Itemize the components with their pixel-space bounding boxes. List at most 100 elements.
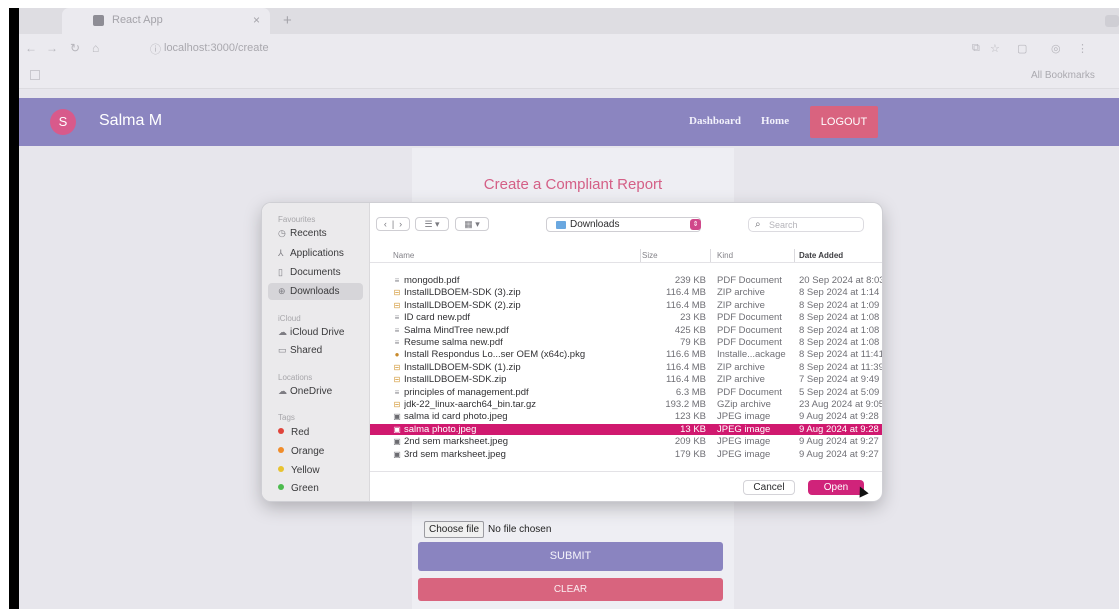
sidebar-item-downloads[interactable]: ⊕ Downloads: [268, 283, 363, 300]
file-name: 2nd sem marksheet.jpeg: [404, 436, 509, 448]
new-tab-icon[interactable]: +: [283, 12, 292, 29]
file-name: InstallLDBOEM-SDK (3).zip: [404, 287, 521, 299]
file-row[interactable]: ≡ principles of management.pdf 6.3 MB PDF D…: [370, 387, 882, 398]
browser-toolbar: ← → ↻ ⌂ ⓘ localhost:3000/create ⧉ ☆ ▢ ◎ …: [19, 34, 1119, 64]
column-size[interactable]: Size: [642, 251, 658, 260]
file-size: 116.6 MB: [666, 349, 706, 361]
back-icon[interactable]: ←: [25, 41, 37, 55]
file-input[interactable]: Choose file No file chosen: [424, 521, 551, 538]
sidebar-tag-yellow[interactable]: Yellow: [268, 462, 363, 479]
file-row[interactable]: ⊟ jdk-22_linux-aarch64_bin.tar.gz 193.2 MB…: [370, 399, 882, 410]
finder-sidebar: Favourites ◷ Recents ⅄ Applications ▯ Docum…: [262, 203, 370, 501]
apps-grid-icon[interactable]: [30, 70, 40, 80]
column-divider: [640, 249, 641, 262]
finder-toolbar: ‹ | › ☰ ▾ ▦ ▾ Downloads ⇕ ⌕ Search: [370, 203, 882, 239]
file-date-added: 20 Sep 2024 at 8:03: [799, 275, 882, 286]
sidebar-item-onedrive[interactable]: ☁ OneDrive: [268, 383, 363, 400]
extensions-icon[interactable]: ▢: [1017, 42, 1027, 55]
file-row[interactable]: ▣ 3rd sem marksheet.jpeg 179 KB JPEG image 9…: [370, 449, 882, 460]
file-kind: Installe...ackage: [717, 349, 786, 361]
column-kind[interactable]: Kind: [717, 251, 733, 260]
choose-file-button[interactable]: Choose file: [424, 521, 485, 538]
nav-home-link[interactable]: Home: [761, 115, 789, 127]
file-size: 209 KB: [674, 436, 706, 448]
file-date-added: 7 Sep 2024 at 9:49 I: [799, 374, 882, 386]
chevron-updown-icon: ⇕: [690, 219, 701, 230]
sidebar-item-documents[interactable]: ▯ Documents: [268, 264, 363, 281]
sidebar-item-label: Downloads: [290, 286, 340, 297]
profile-icon[interactable]: ◎: [1051, 42, 1061, 55]
column-date-added[interactable]: Date Added: [799, 251, 843, 260]
file-name: Salma MindTree new.pdf: [404, 324, 509, 336]
sidebar-tag-red[interactable]: Red: [268, 424, 363, 441]
address-bar[interactable]: ⓘ localhost:3000/create: [129, 39, 959, 59]
all-bookmarks-button[interactable]: All Bookmarks: [1031, 70, 1095, 81]
file-list-header: Name Size Kind Date Added: [370, 249, 882, 263]
clear-button[interactable]: CLEAR: [418, 578, 723, 601]
zip-file-icon: ⊟: [393, 375, 401, 385]
dialog-footer: Cancel Open: [370, 471, 882, 501]
sidebar-tag-orange[interactable]: Orange: [268, 443, 363, 460]
submit-button[interactable]: SUBMIT: [418, 542, 723, 571]
sidebar-item-icloud-drive[interactable]: ☁ iCloud Drive: [268, 324, 363, 341]
file-row[interactable]: ⊟ InstallLDBOEM-SDK (2).zip 116.4 MB ZIP ar…: [370, 300, 882, 311]
file-size: 6.3 MB: [675, 386, 706, 398]
file-date-added: 9 Aug 2024 at 9:27 I: [799, 448, 882, 460]
file-chooser-dialog: Favourites ◷ Recents ⅄ Applications ▯ Docum…: [262, 203, 882, 501]
close-tab-icon[interactable]: ×: [253, 13, 260, 27]
location-label: Downloads: [570, 219, 620, 230]
file-row[interactable]: ▣ 2nd sem marksheet.jpeg 209 KB JPEG image 9…: [370, 436, 882, 447]
list-view-icon[interactable]: ☰ ▾: [415, 217, 449, 231]
file-row[interactable]: ▣ salma photo.jpeg 13 KB JPEG image 9 Aug 20…: [370, 423, 882, 435]
file-size: 116.4 MB: [666, 287, 706, 299]
file-row[interactable]: ≡ ID card new.pdf 23 KB PDF Document 8 Sep 2…: [370, 312, 882, 323]
file-kind: JPEG image: [717, 411, 771, 423]
file-kind: ZIP archive: [717, 299, 765, 311]
file-size: 116.4 MB: [666, 299, 706, 311]
site-info-icon[interactable]: ⓘ: [150, 41, 161, 57]
file-date-added: 8 Sep 2024 at 11:41: [799, 349, 882, 361]
file-size: 116.4 MB: [666, 361, 706, 373]
file-row[interactable]: ≡ mongodb.pdf 239 KB PDF Document 20 Sep 202…: [370, 275, 882, 286]
bookmarks-bar: All Bookmarks: [19, 64, 1119, 89]
sidebar-item-applications[interactable]: ⅄ Applications: [268, 245, 363, 262]
file-row[interactable]: ▣ salma id card photo.jpeg 123 KB JPEG imag…: [370, 411, 882, 422]
home-icon[interactable]: ⌂: [92, 41, 99, 55]
search-field[interactable]: ⌕ Search: [748, 217, 864, 232]
file-date-added: 8 Sep 2024 at 1:08 P: [799, 337, 882, 348]
forward-icon[interactable]: →: [46, 41, 58, 55]
file-size: 116.4 MB: [666, 374, 706, 386]
file-row[interactable]: ⊟ InstallLDBOEM-SDK (1).zip 116.4 MB ZIP ar…: [370, 362, 882, 373]
sidebar-item-shared[interactable]: ▭ Shared: [268, 342, 363, 359]
share-icon[interactable]: ⧉: [972, 42, 980, 55]
reload-icon[interactable]: ↻: [70, 41, 80, 55]
file-row[interactable]: ⊟ InstallLDBOEM-SDK.zip 116.4 MB ZIP archiv…: [370, 374, 882, 385]
back-forward-buttons[interactable]: ‹ | ›: [376, 217, 410, 231]
file-kind: PDF Document: [717, 275, 782, 286]
bookmark-star-icon[interactable]: ☆: [990, 42, 1000, 55]
browser-tab[interactable]: React App ×: [62, 8, 270, 34]
column-divider: [710, 249, 711, 262]
grid-view-icon[interactable]: ▦ ▾: [455, 217, 489, 231]
sidebar-tag-green[interactable]: Green: [268, 480, 363, 497]
file-row[interactable]: ≡ Salma MindTree new.pdf 425 KB PDF Documen…: [370, 325, 882, 336]
pdf-file-icon: ≡: [394, 313, 400, 323]
file-kind: GZip archive: [717, 399, 771, 410]
sidebar-item-recents[interactable]: ◷ Recents: [268, 225, 363, 242]
menu-icon[interactable]: ⋮: [1077, 42, 1088, 55]
nav-dashboard-link[interactable]: Dashboard: [689, 115, 741, 127]
file-row[interactable]: ● Install Respondus Lo...ser OEM (x64c).p…: [370, 349, 882, 360]
file-row[interactable]: ⊟ InstallLDBOEM-SDK (3).zip 116.4 MB ZIP ar…: [370, 287, 882, 298]
avatar[interactable]: S: [50, 109, 76, 135]
file-row[interactable]: ≡ Resume salma new.pdf 79 KB PDF Document 8 …: [370, 337, 882, 348]
logout-button[interactable]: LOGOUT: [810, 106, 878, 138]
shared-folder-icon: ▭: [278, 345, 287, 355]
file-date-added: 23 Aug 2024 at 9:05: [799, 399, 882, 410]
location-select[interactable]: Downloads ⇕: [546, 217, 701, 232]
cancel-button[interactable]: Cancel: [743, 480, 795, 495]
browser-tabstrip: React App × +: [19, 8, 1119, 34]
file-kind: PDF Document: [717, 312, 782, 324]
clock-icon: ◷: [278, 228, 286, 238]
column-name[interactable]: Name: [393, 251, 414, 260]
tab-search-icon[interactable]: [1105, 15, 1119, 27]
